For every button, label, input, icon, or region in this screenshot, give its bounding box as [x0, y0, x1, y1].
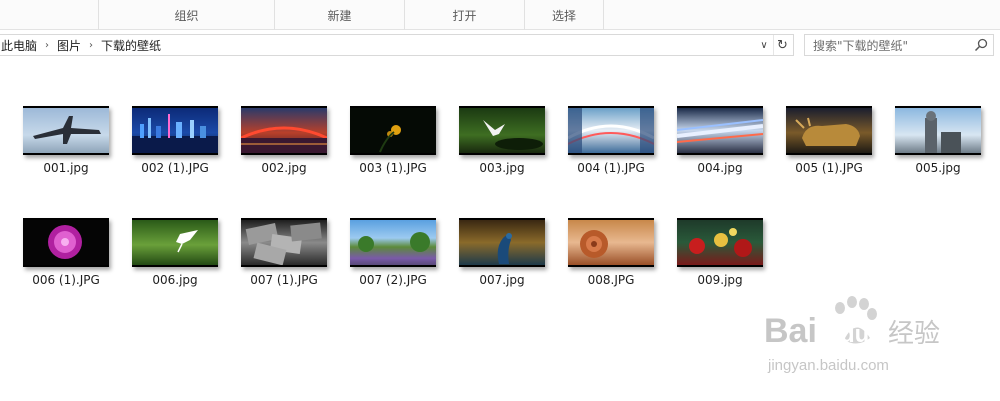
search-input[interactable]: 搜索"下载的壁纸" [804, 34, 994, 56]
file-item[interactable]: 009.jpg [670, 218, 770, 287]
file-item[interactable]: 008.JPG [561, 218, 661, 287]
breadcrumb-pictures[interactable]: 图片 [53, 37, 85, 54]
file-name: 003.jpg [479, 161, 525, 175]
file-name: 002.jpg [261, 161, 307, 175]
file-name: 001.jpg [43, 161, 89, 175]
rose-thumbnail [568, 218, 654, 267]
file-item[interactable]: 004.jpg [670, 106, 770, 175]
christmas-ornaments-thumbnail [677, 218, 763, 267]
file-item[interactable]: 005.jpg [888, 106, 988, 175]
ribbon-group-select[interactable]: 选择 [524, 0, 604, 30]
navigation-bar: 此电脑 › 图片 › 下载的壁纸 ∨ ↻ 搜索"下载的壁纸" [0, 30, 1000, 60]
file-name: 002 (1).JPG [141, 161, 209, 175]
statue-sky-thumbnail [895, 106, 981, 155]
white-dove-thumbnail [459, 106, 545, 155]
chevron-down-icon[interactable]: ∨ [757, 35, 771, 55]
ribbon-group-organize[interactable]: 组织 [98, 0, 274, 30]
svg-text:经验: 经验 [888, 319, 940, 349]
file-name: 005.jpg [915, 161, 961, 175]
banknotes-thumbnail [241, 218, 327, 267]
file-name: 006.jpg [152, 273, 198, 287]
ribbon-bar: 组织 新建 打开 选择 [0, 0, 1000, 30]
file-name: 009.jpg [697, 273, 743, 287]
lavender-field-thumbnail [350, 218, 436, 267]
file-item[interactable]: 002 (1).JPG [125, 106, 225, 175]
file-name: 004 (1).JPG [577, 161, 645, 175]
city-night-blue-thumbnail [132, 106, 218, 155]
svg-text:jingyan.baidu.com: jingyan.baidu.com [767, 357, 889, 374]
svg-text:du: du [840, 321, 869, 348]
search-placeholder: 搜索"下载的壁纸" [813, 38, 909, 53]
file-item[interactable]: 004 (1).JPG [561, 106, 661, 175]
highway-lights-thumbnail [568, 106, 654, 155]
file-name: 007 (2).JPG [359, 273, 427, 287]
airplane-thumbnail [23, 106, 109, 155]
chevron-right-icon[interactable]: › [85, 40, 97, 51]
egret-thumbnail [132, 218, 218, 267]
peacock-thumbnail [459, 218, 545, 267]
file-item[interactable]: 003 (1).JPG [343, 106, 443, 175]
ribbon-group-label: 组织 [174, 8, 199, 23]
chevron-right-icon[interactable]: › [41, 40, 53, 51]
file-item[interactable]: 006 (1).JPG [16, 218, 116, 287]
file-name: 007.jpg [479, 273, 525, 287]
file-name: 005 (1).JPG [795, 161, 863, 175]
dark-flower-thumbnail [350, 106, 436, 155]
file-item[interactable]: 007.jpg [452, 218, 552, 287]
ribbon-group-new[interactable]: 新建 [274, 0, 404, 30]
light-trails-thumbnail [677, 106, 763, 155]
breadcrumb-this-pc[interactable]: 此电脑 [0, 37, 41, 54]
file-name: 008.JPG [587, 273, 635, 287]
address-bar[interactable]: 此电脑 › 图片 › 下载的壁纸 ∨ ↻ [0, 34, 794, 56]
svg-text:Bai: Bai [764, 312, 817, 350]
baidu-jingyan-watermark: Bai du 经验 jingyan.baidu.com [764, 296, 940, 374]
ribbon-group-label: 打开 [452, 8, 477, 23]
file-item[interactable]: 006.jpg [125, 218, 225, 287]
search-icon[interactable] [973, 37, 989, 53]
file-name: 007 (1).JPG [250, 273, 318, 287]
pink-flower-thumbnail [23, 218, 109, 267]
file-item[interactable]: 001.jpg [16, 106, 116, 175]
refresh-icon[interactable]: ↻ [773, 35, 791, 55]
file-name: 004.jpg [697, 161, 743, 175]
file-name: 006 (1).JPG [32, 273, 100, 287]
ribbon-group-label: 选择 [551, 8, 576, 23]
ribbon-group-label: 新建 [327, 8, 352, 23]
bridge-night-thumbnail [241, 106, 327, 155]
file-name: 003 (1).JPG [359, 161, 427, 175]
file-item[interactable]: 003.jpg [452, 106, 552, 175]
file-item[interactable]: 005 (1).JPG [779, 106, 879, 175]
breadcrumb-downloaded-wallpapers[interactable]: 下载的壁纸 [97, 37, 165, 54]
bronze-bull-thumbnail [786, 106, 872, 155]
file-item[interactable]: 007 (1).JPG [234, 218, 334, 287]
ribbon-group-open[interactable]: 打开 [404, 0, 524, 30]
file-item[interactable]: 002.jpg [234, 106, 334, 175]
file-item[interactable]: 007 (2).JPG [343, 218, 443, 287]
